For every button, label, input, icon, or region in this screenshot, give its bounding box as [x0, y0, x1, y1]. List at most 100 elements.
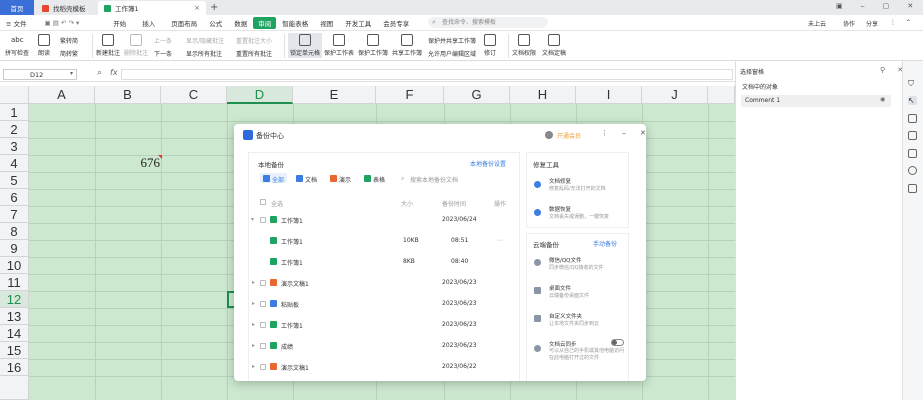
row-header[interactable]: 15 — [0, 342, 29, 359]
row-header[interactable]: 5 — [0, 172, 29, 189]
backup-icon[interactable] — [908, 184, 917, 193]
row-checkbox[interactable] — [260, 280, 266, 286]
lock-cell-button[interactable]: 锁定单元格 — [288, 33, 323, 58]
column-header[interactable]: G — [444, 86, 510, 104]
menu-item-layout[interactable]: 页面布局 — [165, 18, 203, 28]
column-header[interactable]: C — [161, 86, 227, 104]
name-box[interactable]: D12 — [3, 69, 77, 80]
filter-sheet-tab[interactable]: 表格 — [373, 175, 385, 184]
image-icon[interactable] — [908, 149, 917, 158]
tab-workbook[interactable]: 工作簿1 × — [98, 1, 206, 15]
prev-comment-button[interactable]: 上一条 — [154, 36, 172, 45]
column-header[interactable]: H — [510, 86, 576, 104]
row-header[interactable]: 13 — [0, 308, 29, 325]
fx-icon[interactable]: fx — [110, 68, 118, 77]
next-comment-button[interactable]: 下一条 — [154, 49, 172, 58]
row-header[interactable]: 1 — [0, 104, 29, 121]
reset-all-comments-button[interactable]: 重置所有批注 — [236, 49, 272, 58]
row-header[interactable]: 7 — [0, 206, 29, 223]
protect-sheet-button[interactable]: 保护工作表 — [324, 34, 354, 57]
column-header[interactable]: A — [29, 86, 95, 104]
local-search-input[interactable]: 搜索本地备份文档 — [410, 175, 458, 184]
column-header[interactable]: E — [293, 86, 376, 104]
row-header[interactable]: 6 — [0, 189, 29, 206]
formula-input[interactable] — [121, 69, 733, 80]
row-header[interactable]: 16 — [0, 359, 29, 376]
row-header[interactable]: 10 — [0, 257, 29, 274]
chevron-right-icon[interactable]: ▸ — [252, 363, 255, 370]
row-checkbox[interactable] — [260, 217, 266, 223]
row-checkbox[interactable] — [260, 343, 266, 349]
cursor-icon[interactable]: ↖ — [908, 96, 917, 105]
unsaved-button[interactable]: 未上云 — [808, 19, 826, 28]
cell-b4[interactable]: 676 — [138, 155, 161, 171]
more-icon[interactable]: ⋯ — [497, 237, 503, 244]
close-tab-icon[interactable]: × — [194, 4, 200, 12]
avatar[interactable] — [545, 131, 553, 139]
row-header[interactable]: 2 — [0, 121, 29, 138]
new-tab-button[interactable]: + — [210, 2, 218, 13]
doc-finalize-button[interactable]: 文档定稿 — [542, 34, 566, 57]
zoom-icon[interactable]: ⌕ — [97, 68, 102, 78]
filter-ppt-tab[interactable]: 演示 — [339, 175, 351, 184]
menu-item-insert[interactable]: 插入 — [136, 18, 161, 28]
revise-button[interactable]: 修订 — [484, 34, 496, 57]
row-checkbox[interactable] — [260, 322, 266, 328]
show-hide-comment-button[interactable]: 显示/隐藏批注 — [186, 36, 224, 45]
column-header[interactable]: B — [95, 86, 161, 104]
row-header[interactable]: 9 — [0, 240, 29, 257]
row-checkbox[interactable] — [260, 301, 266, 307]
menu-item-data[interactable]: 数据 — [228, 18, 253, 28]
menu-item-dev[interactable]: 开发工具 — [339, 18, 377, 28]
column-header-empty[interactable] — [708, 86, 735, 104]
eye-icon[interactable]: ◉ — [880, 96, 885, 103]
simp-to-trad-button[interactable]: 简转繁 — [60, 49, 78, 58]
new-comment-button[interactable]: 新建批注 — [96, 34, 120, 57]
menu-item-review[interactable]: 审阅 — [253, 16, 277, 29]
protect-workbook-button[interactable]: 保护工作簿 — [358, 34, 388, 57]
menu-item-vip[interactable]: 会员专享 — [377, 18, 415, 28]
delete-comment-button[interactable]: 删除批注 — [124, 34, 148, 57]
row-header[interactable]: 4 — [0, 155, 29, 172]
menu-item-start[interactable]: 开始 — [107, 18, 132, 28]
crop-icon[interactable] — [908, 131, 917, 140]
menu-icons[interactable]: ▣ ▤ ↶ ↷ ▾ — [39, 19, 86, 27]
doc-permission-button[interactable]: 文档权限 — [512, 34, 536, 57]
select-all-corner[interactable] — [0, 86, 29, 104]
spellcheck-button[interactable]: abc 拼写检查 — [5, 34, 29, 57]
row-header[interactable]: 14 — [0, 325, 29, 342]
chevron-right-icon[interactable]: ▸ — [252, 342, 255, 349]
cooperate-button[interactable]: 协作 — [843, 19, 855, 28]
menu-item-formula[interactable]: 公式 — [203, 18, 228, 28]
command-search-input[interactable]: 查找命令、搜索模板 — [428, 17, 548, 28]
menu-item-view[interactable]: 视图 — [314, 18, 339, 28]
show-all-comments-button[interactable]: 显示所有批注 — [186, 49, 222, 58]
manual-backup-link[interactable]: 手动备份 — [593, 239, 617, 248]
row-header[interactable]: 8 — [0, 223, 29, 240]
filter-doc-tab[interactable]: 文档 — [305, 175, 317, 184]
filter-icon[interactable]: ⛉ — [908, 79, 917, 88]
vip-button[interactable]: 开通会员 — [557, 131, 581, 140]
chevron-right-icon[interactable]: ▸ — [252, 279, 255, 286]
select-all-checkbox[interactable] — [260, 199, 266, 205]
column-header[interactable]: J — [642, 86, 708, 104]
chevron-right-icon[interactable]: ▸ — [252, 321, 255, 328]
row-header[interactable]: 12 — [0, 291, 29, 308]
more-menu-icon[interactable]: ⋮ ⌃ — [890, 19, 915, 26]
protect-share-button[interactable]: 保护并共享工作簿 — [428, 36, 476, 45]
column-header[interactable]: F — [376, 86, 444, 104]
share-button[interactable]: 分享 — [866, 19, 878, 28]
column-header[interactable]: I — [576, 86, 642, 104]
column-header[interactable]: D — [227, 86, 293, 104]
window-controls[interactable]: ▣ ⎯ ▢ ✕ — [836, 2, 921, 11]
dialog-window-controls[interactable]: ⋮ ⎯ ✕ — [601, 129, 652, 138]
row-header-empty[interactable] — [0, 376, 29, 400]
file-menu[interactable]: ≡ 文件 — [0, 18, 33, 28]
share-workbook-button[interactable]: 共享工作簿 — [392, 34, 422, 57]
chevron-right-icon[interactable]: ▸ — [252, 300, 255, 307]
menu-item-smart-table[interactable]: 智能表格 — [276, 18, 314, 28]
tab-home[interactable]: 首页 — [0, 0, 34, 15]
chevron-down-icon[interactable]: ▾ — [251, 216, 254, 223]
trad-to-simp-button[interactable]: 繁转简 — [60, 36, 78, 45]
read-aloud-button[interactable]: 朗读 — [38, 34, 50, 57]
